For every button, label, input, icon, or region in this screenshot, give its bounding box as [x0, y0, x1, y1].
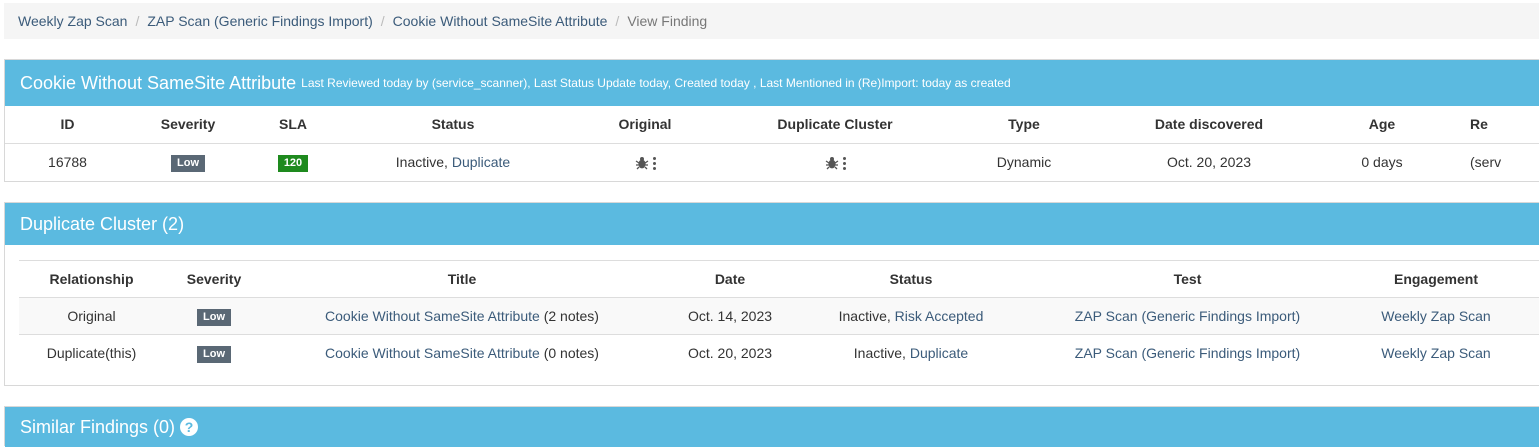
duplicate-cluster-title: Duplicate Cluster (2)	[20, 213, 185, 234]
finding-date-discovered: Oct. 20, 2023	[1166, 154, 1252, 171]
engagement-link[interactable]: Weekly Zap Scan	[1381, 345, 1490, 361]
bug-icon	[635, 157, 648, 170]
engagement-cell: Weekly Zap Scan	[1353, 298, 1519, 335]
notes-count: (2 notes)	[543, 308, 599, 324]
col-date-discovered[interactable]: Date discovered	[1102, 106, 1316, 143]
finding-id: 16788	[48, 154, 87, 171]
filler-cell	[1519, 298, 1539, 335]
col-test[interactable]: Test	[1022, 261, 1353, 298]
finding-type: Dynamic	[996, 154, 1052, 171]
breadcrumb-current: View Finding	[627, 13, 708, 29]
col-duplicate-cluster[interactable]: Duplicate Cluster	[724, 106, 946, 143]
status-text: Inactive,	[853, 345, 906, 362]
sla-cell: 120	[246, 143, 340, 181]
duplicate-cluster-panel: Duplicate Cluster (2) Relationship Sever…	[4, 202, 1539, 386]
test-link[interactable]: ZAP Scan (Generic Findings Import)	[1075, 345, 1300, 361]
finding-reporter: (serv	[1470, 154, 1502, 171]
status-text: Inactive,	[395, 154, 448, 171]
relationship: Original	[67, 308, 116, 324]
breadcrumb-test[interactable]: ZAP Scan (Generic Findings Import)	[147, 13, 372, 29]
engagement-link[interactable]: Weekly Zap Scan	[1381, 308, 1490, 324]
sla-badge: 120	[277, 154, 309, 172]
severity-badge: Low	[197, 308, 231, 326]
finding-meta: Last Reviewed today by (service_scanner)…	[301, 76, 1011, 90]
similar-findings-title: Similar Findings (0)	[20, 416, 176, 437]
col-severity[interactable]: Severity	[164, 261, 264, 298]
finding-table: ID Severity SLA Status Original Duplicat…	[5, 106, 1539, 181]
status-duplicate-link[interactable]: Duplicate	[452, 154, 510, 170]
similar-findings-panel: Similar Findings (0) ?	[4, 406, 1539, 447]
col-age[interactable]: Age	[1316, 106, 1448, 143]
finding-age: 0 days	[1361, 154, 1403, 171]
finding-title-link[interactable]: Cookie Without SameSite Attribute	[325, 308, 540, 324]
breadcrumb-engagement[interactable]: Weekly Zap Scan	[18, 13, 127, 29]
col-sla[interactable]: SLA	[246, 106, 340, 143]
severity-cell: Low	[164, 335, 264, 372]
status-cell: Inactive, Duplicate	[340, 143, 566, 181]
test-cell: ZAP Scan (Generic Findings Import)	[1022, 335, 1353, 372]
engagement-cell: Weekly Zap Scan	[1353, 335, 1519, 372]
kebab-icon	[652, 156, 656, 170]
finding-title: Cookie Without SameSite Attribute	[20, 72, 297, 93]
severity-cell: Low	[164, 298, 264, 335]
col-status[interactable]: Status	[800, 261, 1022, 298]
status-duplicate-link[interactable]: Duplicate	[910, 345, 968, 361]
test-cell: ZAP Scan (Generic Findings Import)	[1022, 298, 1353, 335]
title-cell: Cookie Without SameSite Attribute (0 not…	[264, 335, 660, 372]
help-icon[interactable]: ?	[180, 418, 199, 436]
breadcrumb-separator: /	[380, 13, 385, 29]
filler-cell	[1519, 335, 1539, 372]
test-link[interactable]: ZAP Scan (Generic Findings Import)	[1075, 308, 1300, 324]
col-original[interactable]: Original	[566, 106, 724, 143]
table-row: Duplicate(this) Low Cookie Without SameS…	[19, 335, 1539, 372]
status-text: Inactive,	[838, 308, 891, 324]
col-id[interactable]: ID	[5, 106, 130, 143]
duplicate-cluster-heading: Duplicate Cluster (2)	[5, 203, 1539, 245]
breadcrumb-finding[interactable]: Cookie Without SameSite Attribute	[393, 13, 608, 29]
status-cell: Inactive, Duplicate	[800, 335, 1022, 372]
col-severity[interactable]: Severity	[130, 106, 246, 143]
col-title[interactable]: Title	[264, 261, 660, 298]
col-filler	[1519, 261, 1539, 298]
breadcrumb-separator: /	[135, 13, 140, 29]
severity-badge: Low	[197, 345, 231, 363]
original-cell	[566, 143, 724, 181]
cluster-cell	[724, 143, 946, 181]
col-type[interactable]: Type	[946, 106, 1102, 143]
status-cell: Inactive, Risk Accepted	[800, 298, 1022, 335]
similar-findings-heading: Similar Findings (0) ?	[5, 407, 1539, 447]
original-menu[interactable]	[635, 156, 656, 170]
kebab-icon	[842, 156, 846, 170]
duplicate-cluster-table: Relationship Severity Title Date Status …	[19, 260, 1539, 372]
finding-title-link[interactable]: Cookie Without SameSite Attribute	[325, 345, 540, 361]
col-relationship[interactable]: Relationship	[19, 261, 164, 298]
title-cell: Cookie Without SameSite Attribute (2 not…	[264, 298, 660, 335]
severity-cell: Low	[130, 143, 246, 181]
finding-panel: Cookie Without SameSite Attribute Last R…	[4, 59, 1539, 182]
table-row: Original Low Cookie Without SameSite Att…	[19, 297, 1539, 335]
finding-panel-heading: Cookie Without SameSite Attribute Last R…	[5, 60, 1539, 106]
col-engagement[interactable]: Engagement	[1353, 261, 1519, 298]
finding-date: Oct. 14, 2023	[687, 308, 773, 324]
finding-date: Oct. 20, 2023	[687, 345, 773, 362]
breadcrumb: Weekly Zap Scan / ZAP Scan (Generic Find…	[4, 3, 1539, 39]
severity-badge: Low	[171, 154, 205, 172]
table-row: 16788 Low 120 Inactive, Duplicate Dynami…	[5, 143, 1539, 181]
col-status[interactable]: Status	[340, 106, 566, 143]
bug-icon	[825, 157, 838, 170]
cluster-menu[interactable]	[825, 156, 846, 170]
breadcrumb-separator: /	[615, 13, 620, 29]
status-risk-accepted-link[interactable]: Risk Accepted	[895, 308, 984, 324]
relationship: Duplicate(this)	[46, 345, 137, 362]
notes-count: (0 notes)	[543, 345, 599, 362]
col-date[interactable]: Date	[660, 261, 800, 298]
col-reporter[interactable]: Re	[1448, 106, 1539, 143]
